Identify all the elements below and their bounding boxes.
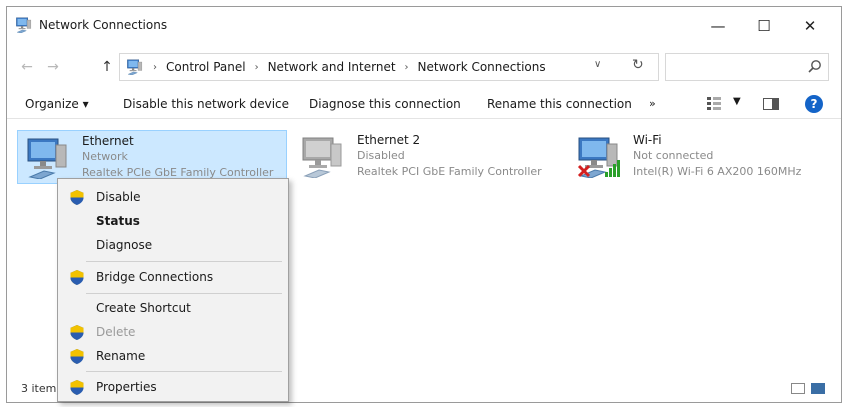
minimize-button[interactable]: — <box>695 11 741 41</box>
title-bar: Network Connections — ☐ ✕ <box>7 7 841 45</box>
view-options-dropdown-icon[interactable]: ▼ <box>733 96 741 107</box>
chevron-down-icon[interactable]: ∨ <box>594 59 601 70</box>
menu-item-rename[interactable]: Rename <box>60 344 286 368</box>
context-menu: Disable Status Diagnose Bridge Connectio… <box>57 178 289 402</box>
connection-item-ethernet-2[interactable]: Ethernet 2 Disabled Realtek PCI GbE Fami… <box>293 130 563 184</box>
search-icon[interactable] <box>808 59 822 73</box>
breadcrumb-network-connections[interactable]: Network Connections <box>418 60 546 74</box>
breadcrumb-network-and-internet[interactable]: Network and Internet <box>268 60 396 74</box>
connection-name: Ethernet <box>82 134 134 148</box>
connection-status: Network <box>82 150 128 163</box>
menu-item-label: Disable <box>96 190 141 204</box>
address-bar[interactable]: › Control Panel › Network and Internet ›… <box>119 53 659 81</box>
window-title: Network Connections <box>39 18 168 32</box>
tiles-view-icon[interactable] <box>811 383 825 394</box>
control-panel-icon <box>126 59 144 75</box>
menu-separator <box>86 293 282 294</box>
uac-shield-icon <box>70 270 84 285</box>
address-row: ← → ↑ › Control Panel › Network and Inte… <box>7 45 841 87</box>
menu-item-label: Properties <box>96 380 157 394</box>
uac-shield-icon <box>70 325 84 340</box>
chevron-right-icon[interactable]: › <box>405 62 409 73</box>
network-connections-icon <box>15 17 33 33</box>
menu-item-bridge-connections[interactable]: Bridge Connections <box>60 265 286 289</box>
menu-item-properties[interactable]: Properties <box>60 375 286 399</box>
menu-item-disable[interactable]: Disable <box>60 185 286 209</box>
details-view-icon[interactable] <box>791 383 805 394</box>
menu-item-create-shortcut[interactable]: Create Shortcut <box>60 296 286 320</box>
help-icon[interactable]: ? <box>805 95 823 113</box>
menu-separator <box>86 261 282 262</box>
more-commands-button[interactable]: » <box>649 97 656 110</box>
organize-menu[interactable]: Organize ▾ <box>25 97 89 111</box>
ethernet-adapter-disabled-icon <box>301 136 345 178</box>
menu-item-label: Delete <box>96 325 136 339</box>
menu-item-label: Status <box>96 214 140 228</box>
change-view-icon[interactable] <box>707 97 721 111</box>
refresh-icon[interactable]: ↻ <box>632 57 644 73</box>
back-arrow-icon[interactable]: ← <box>17 57 37 77</box>
chevron-right-icon: › <box>153 61 157 73</box>
breadcrumb-control-panel[interactable]: Control Panel <box>166 60 246 74</box>
rename-connection-button[interactable]: Rename this connection <box>487 97 632 111</box>
menu-item-label: Bridge Connections <box>96 270 214 284</box>
uac-shield-icon <box>70 380 84 395</box>
menu-item-delete: Delete <box>60 320 286 344</box>
search-input[interactable] <box>665 53 829 81</box>
maximize-button[interactable]: ☐ <box>741 11 787 41</box>
menu-item-label: Rename <box>96 349 146 363</box>
uac-shield-icon <box>70 190 84 205</box>
connection-status: Not connected <box>633 149 714 162</box>
command-bar: Organize ▾ Disable this network device D… <box>7 89 841 119</box>
diagnose-connection-button[interactable]: Diagnose this connection <box>309 97 461 111</box>
menu-item-status[interactable]: Status <box>60 209 286 233</box>
close-button[interactable]: ✕ <box>787 11 833 41</box>
uac-shield-icon <box>70 349 84 364</box>
menu-item-label: Diagnose <box>96 238 153 252</box>
menu-item-diagnose[interactable]: Diagnose <box>60 233 286 257</box>
connection-item-wifi[interactable]: Wi-Fi Not connected Intel(R) Wi-Fi 6 AX2… <box>569 130 829 184</box>
disable-device-button[interactable]: Disable this network device <box>123 97 289 111</box>
forward-arrow-icon[interactable]: → <box>43 57 63 77</box>
chevron-right-icon[interactable]: › <box>255 62 259 73</box>
connection-name: Ethernet 2 <box>357 133 421 147</box>
connection-status: Disabled <box>357 149 405 162</box>
menu-separator <box>86 371 282 372</box>
connection-name: Wi-Fi <box>633 133 662 147</box>
up-arrow-icon[interactable]: ↑ <box>97 57 117 77</box>
connection-device: Realtek PCI GbE Family Controller <box>357 165 542 178</box>
menu-item-label: Create Shortcut <box>96 301 191 315</box>
connection-item-ethernet[interactable]: Ethernet Network Realtek PCIe GbE Family… <box>17 130 287 184</box>
item-count: 3 item <box>21 382 57 395</box>
preview-pane-icon[interactable] <box>763 98 779 110</box>
wifi-adapter-icon <box>577 136 620 178</box>
ethernet-adapter-icon <box>26 137 70 179</box>
connection-device: Intel(R) Wi-Fi 6 AX200 160MHz <box>633 165 802 178</box>
